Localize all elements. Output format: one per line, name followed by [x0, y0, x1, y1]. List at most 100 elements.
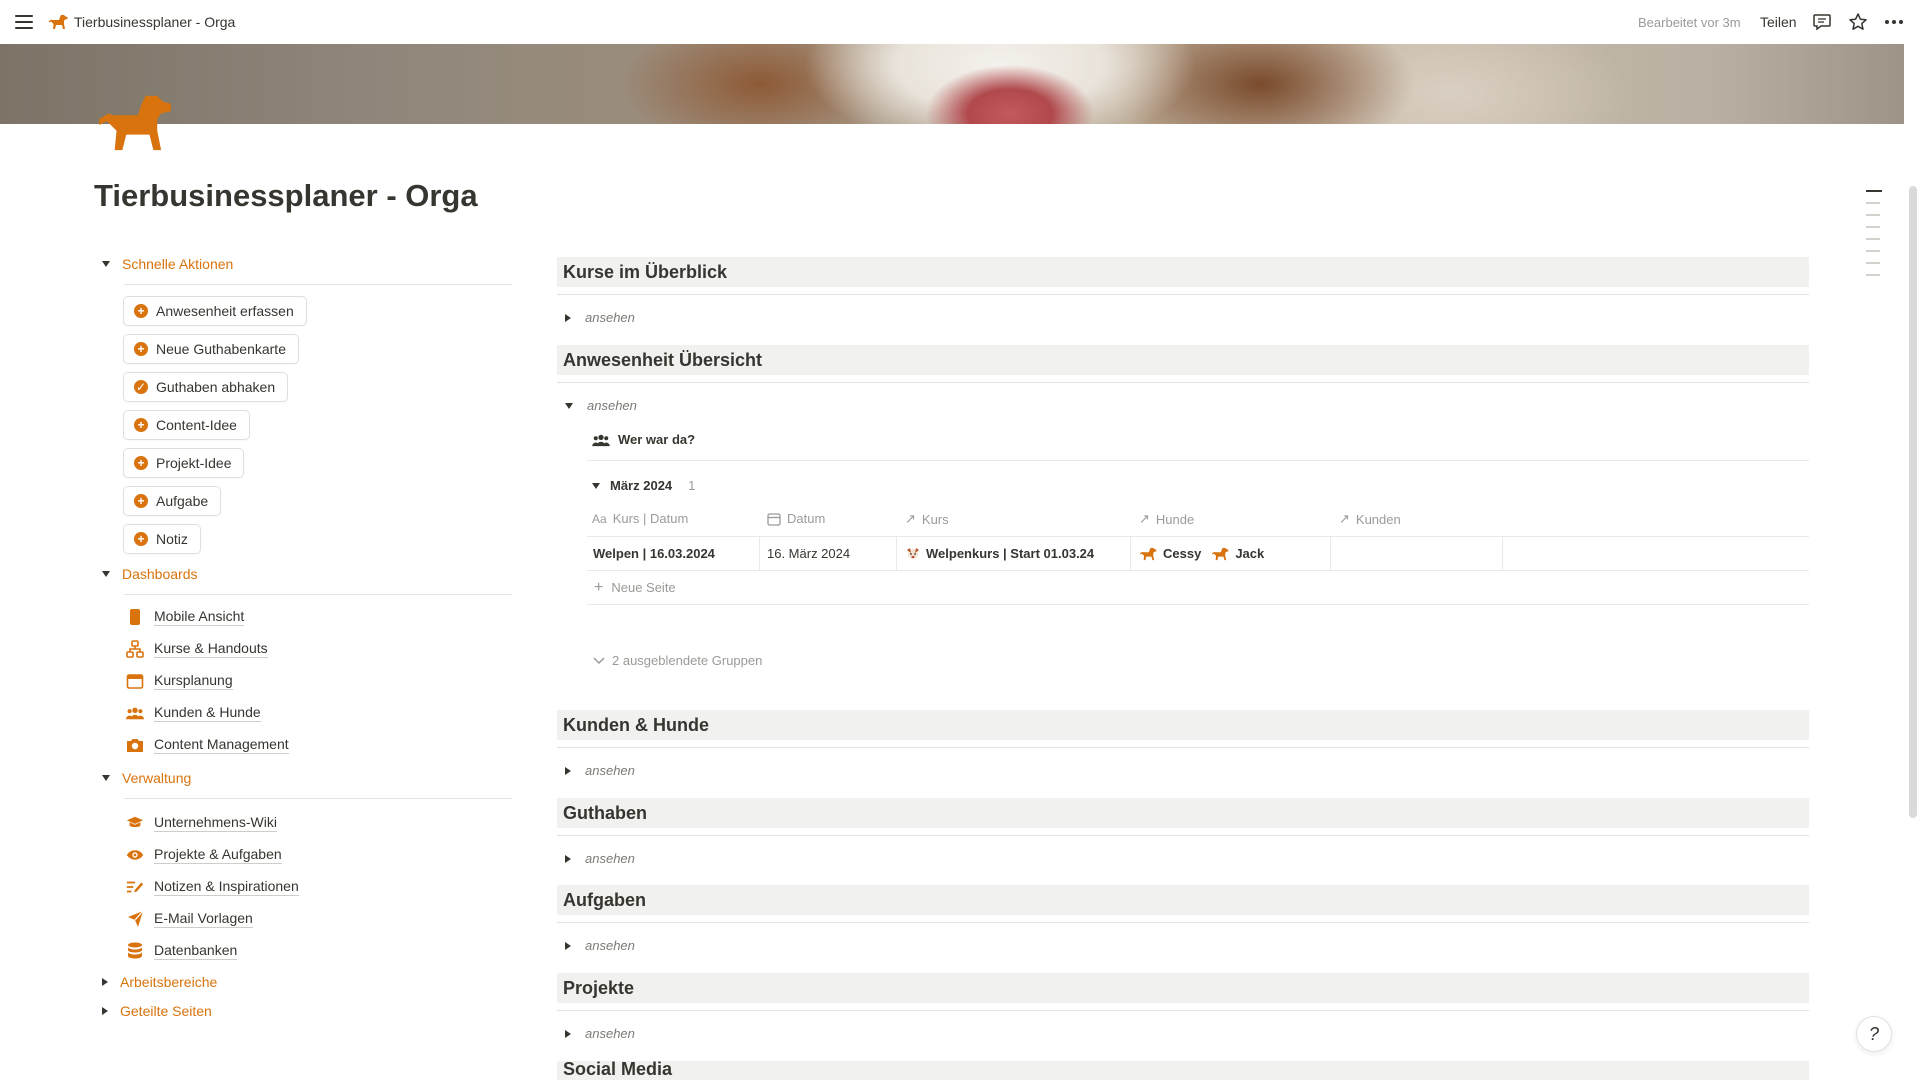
- cover-image: [0, 44, 1904, 124]
- toggle-label: Verwaltung: [122, 770, 192, 786]
- column-header-kurs[interactable]: ↗ Kurs: [905, 511, 949, 527]
- dog-icon: [49, 15, 68, 29]
- plus-icon: +: [594, 579, 604, 596]
- plus-circle-icon: +: [134, 304, 148, 318]
- neue-guthabenkarte-button[interactable]: + Neue Guthabenkarte: [123, 334, 299, 364]
- dog-chip-cessy[interactable]: Cessy: [1163, 546, 1201, 561]
- relation-arrow-icon: ↗: [1339, 511, 1350, 526]
- people-icon: [126, 704, 144, 722]
- toggle-dashboards[interactable]: Dashboards: [102, 566, 198, 582]
- heading-kurse-im-ueberblick: Kurse im Überblick: [557, 257, 1809, 287]
- hierarchy-icon: [126, 640, 144, 658]
- aufgabe-button[interactable]: + Aufgabe: [123, 486, 222, 516]
- toggle-arrow-icon: [565, 941, 571, 950]
- guthaben-abhaken-button[interactable]: ✓ Guthaben abhaken: [123, 372, 289, 402]
- cell-kurs[interactable]: Welpenkurs | Start 01.03.24: [906, 546, 1094, 561]
- relation-arrow-icon: ↗: [905, 511, 916, 526]
- cell-kurs-datum[interactable]: Welpen | 16.03.2024: [593, 546, 715, 561]
- send-icon: [126, 910, 144, 928]
- plus-circle-icon: +: [134, 418, 148, 432]
- toggle-kunden-ansehen[interactable]: ansehen: [565, 763, 635, 778]
- toggle-guthaben-ansehen[interactable]: ansehen: [565, 851, 635, 866]
- breadcrumb-title[interactable]: Tierbusinessplaner - Orga: [74, 14, 235, 30]
- toggle-arrow-icon: [592, 482, 600, 489]
- toggle-arrow-icon: [565, 402, 573, 409]
- help-icon: ?: [1868, 1023, 1879, 1044]
- link-kursplanung[interactable]: Kursplanung: [126, 672, 233, 690]
- dog-icon: [1212, 547, 1229, 560]
- heading-aufgaben: Aufgaben: [557, 885, 1809, 915]
- help-button[interactable]: ?: [1856, 1016, 1892, 1052]
- link-content-management[interactable]: Content Management: [126, 736, 289, 754]
- toggle-arbeitsbereiche[interactable]: Arbeitsbereiche: [102, 974, 217, 990]
- projekt-idee-button[interactable]: + Projekt-Idee: [123, 448, 245, 478]
- heading-guthaben: Guthaben: [557, 798, 1809, 828]
- toggle-schnelle-aktionen[interactable]: Schnelle Aktionen: [102, 256, 233, 272]
- menu-icon[interactable]: [14, 12, 34, 32]
- content-idee-button[interactable]: + Content-Idee: [123, 410, 250, 440]
- group-count: 1: [688, 478, 696, 493]
- toggle-geteilte-seiten[interactable]: Geteilte Seiten: [102, 1003, 212, 1019]
- hidden-groups-toggle[interactable]: 2 ausgeblendete Gruppen: [592, 653, 762, 668]
- plus-circle-icon: +: [134, 494, 148, 508]
- calendar-icon: [767, 512, 781, 526]
- toggle-arrow-icon: [102, 775, 110, 781]
- toggle-kurse-ansehen[interactable]: ansehen: [565, 310, 635, 325]
- link-unternehmens-wiki[interactable]: Unternehmens-Wiki: [126, 814, 277, 832]
- more-icon[interactable]: [1883, 11, 1905, 33]
- cell-hunde[interactable]: Cessy Jack: [1139, 546, 1264, 561]
- heading-social-media: Social Media: [557, 1061, 1809, 1080]
- dog-chip-jack[interactable]: Jack: [1235, 546, 1264, 561]
- group-maerz-2024[interactable]: März 2024 1: [592, 478, 695, 493]
- toggle-verwaltung[interactable]: Verwaltung: [102, 770, 191, 786]
- dog-icon: [1140, 547, 1157, 560]
- page-outline[interactable]: [1866, 190, 1884, 286]
- database-icon: [126, 942, 144, 960]
- link-email-vorlagen[interactable]: E-Mail Vorlagen: [126, 910, 253, 928]
- toggle-label: Schnelle Aktionen: [122, 256, 234, 272]
- heading-kunden-hunde: Kunden & Hunde: [557, 710, 1809, 740]
- dog-page-icon[interactable]: [94, 92, 174, 154]
- link-kurse-handouts[interactable]: Kurse & Handouts: [126, 640, 268, 658]
- share-button[interactable]: Teilen: [1760, 14, 1797, 30]
- toggle-projekte-ansehen[interactable]: ansehen: [565, 1026, 635, 1041]
- check-circle-icon: ✓: [134, 380, 148, 394]
- toggle-anwesenheit-ansehen[interactable]: ansehen: [565, 398, 637, 413]
- column-header-kurs-datum[interactable]: Aa Kurs | Datum: [592, 511, 688, 526]
- toggle-label: Arbeitsbereiche: [120, 974, 218, 990]
- link-mobile-ansicht[interactable]: Mobile Ansicht: [126, 608, 245, 626]
- toggle-arrow-icon: [565, 313, 571, 322]
- cell-datum[interactable]: 16. März 2024: [767, 546, 850, 561]
- plus-circle-icon: +: [134, 456, 148, 470]
- heading-projekte: Projekte: [557, 973, 1809, 1003]
- star-icon[interactable]: [1847, 11, 1869, 33]
- toggle-arrow-icon: [102, 261, 110, 267]
- plus-circle-icon: +: [134, 532, 148, 546]
- column-header-datum[interactable]: Datum: [767, 511, 825, 526]
- link-notizen-inspirationen[interactable]: Notizen & Inspirationen: [126, 878, 299, 896]
- last-edited-status: Bearbeitet vor 3m: [1638, 15, 1741, 30]
- puppy-icon: [907, 547, 919, 559]
- column-header-hunde[interactable]: ↗ Hunde: [1139, 511, 1194, 527]
- anwesenheit-erfassen-button[interactable]: + Anwesenheit erfassen: [123, 296, 307, 326]
- toggle-arrow-icon: [102, 1007, 108, 1015]
- toggle-arrow-icon: [565, 854, 571, 863]
- text-property-icon: Aa: [592, 511, 607, 526]
- page-title[interactable]: Tierbusinessplaner - Orga: [94, 178, 478, 214]
- link-datenbanken[interactable]: Datenbanken: [126, 942, 238, 960]
- new-page-button[interactable]: + Neue Seite: [594, 579, 676, 596]
- calendar-icon: [126, 672, 144, 690]
- link-kunden-hunde[interactable]: Kunden & Hunde: [126, 704, 261, 722]
- notiz-button[interactable]: + Notiz: [123, 524, 201, 554]
- pencil-lines-icon: [126, 878, 144, 896]
- plus-circle-icon: +: [134, 342, 148, 356]
- view-tab-wer-war-da[interactable]: Wer war da?: [592, 432, 695, 447]
- comment-icon[interactable]: [1811, 11, 1833, 33]
- toggle-arrow-icon: [102, 571, 110, 577]
- graduation-cap-icon: [126, 814, 144, 832]
- column-header-kunden[interactable]: ↗ Kunden: [1339, 511, 1401, 527]
- link-projekte-aufgaben[interactable]: Projekte & Aufgaben: [126, 846, 282, 864]
- toggle-aufgaben-ansehen[interactable]: ansehen: [565, 938, 635, 953]
- relation-arrow-icon: ↗: [1139, 511, 1150, 526]
- scrollbar[interactable]: [1906, 46, 1920, 1080]
